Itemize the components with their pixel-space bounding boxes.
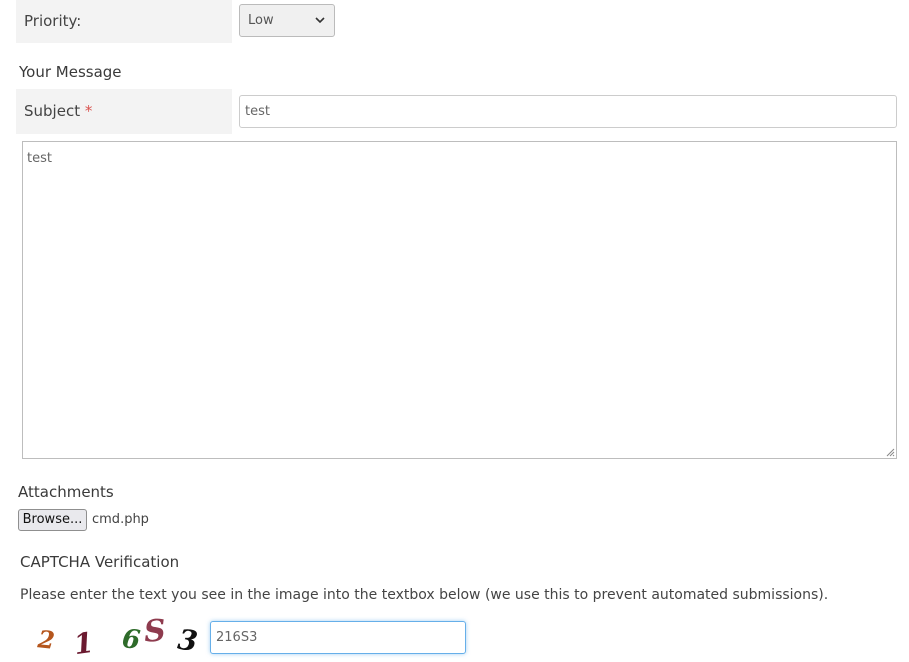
browse-button[interactable]: Browse... [18, 509, 87, 531]
required-marker: * [84, 102, 93, 120]
captcha-image: 2 1 6 S 3 [30, 613, 205, 662]
captcha-char: 3 [175, 622, 200, 659]
message-textarea[interactable]: test [22, 141, 897, 459]
attachment-filename: cmd.php [92, 512, 149, 527]
priority-selected-value: Low [248, 13, 274, 28]
priority-label: Priority: [16, 0, 232, 43]
priority-select[interactable]: Low [239, 4, 335, 37]
captcha-char: S [142, 613, 167, 650]
subject-label-text: Subject [24, 102, 81, 120]
captcha-char: 6 [120, 624, 142, 656]
chevron-down-icon [315, 17, 325, 24]
captcha-input[interactable]: 216S3 [210, 621, 466, 654]
subject-input[interactable]: test [239, 95, 897, 128]
your-message-heading: Your Message [19, 63, 122, 81]
message-text: test [27, 151, 52, 166]
captcha-instructions: Please enter the text you see in the ima… [20, 587, 829, 603]
captcha-char: 2 [36, 624, 57, 655]
attachments-heading: Attachments [18, 483, 114, 501]
captcha-heading: CAPTCHA Verification [20, 553, 180, 571]
captcha-char: 1 [71, 625, 96, 662]
resize-grip-icon[interactable] [885, 447, 895, 457]
subject-label: Subject * [16, 89, 232, 134]
